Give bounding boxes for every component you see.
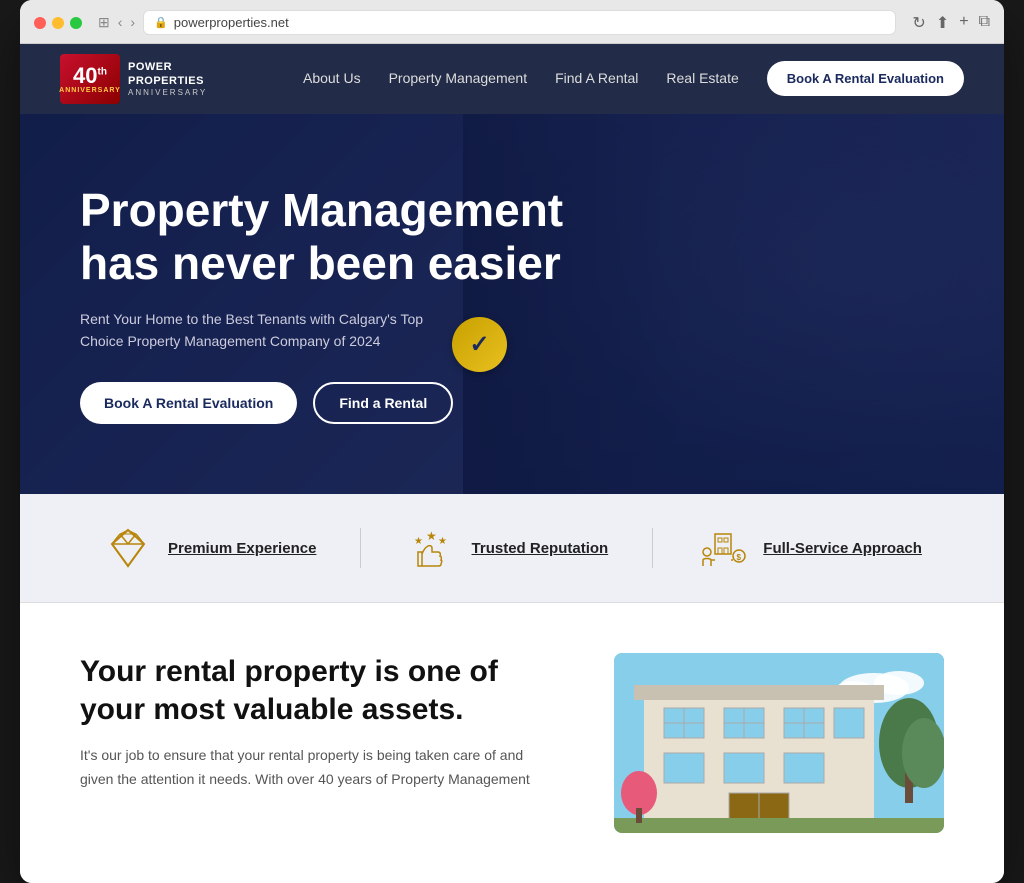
minimize-button[interactable] [52, 17, 64, 29]
full-service-approach-icon: $ [697, 522, 749, 574]
traffic-lights [34, 17, 82, 29]
svg-text:★: ★ [426, 529, 437, 543]
features-bar: Premium Experience ★ ★ ★ Trusted Reputat… [20, 494, 1004, 603]
property-image [614, 653, 944, 833]
find-rental-button[interactable]: Find a Rental [313, 382, 453, 424]
browser-chrome: ⊞ ‹ › 🔒 powerproperties.net ↻ ⬆ + ⧉ [20, 0, 1004, 44]
logo[interactable]: 40th ANNIVERSARY POWER PROPERTIES ANNIVE… [60, 54, 207, 104]
new-tab-icon[interactable]: + [959, 13, 968, 33]
nav-find-rental[interactable]: Find A Rental [555, 70, 638, 86]
logo-text: POWER PROPERTIES ANNIVERSARY [128, 60, 207, 99]
award-badge: ✓ [452, 317, 507, 372]
content-title: Your rental property is one of your most… [80, 653, 554, 728]
hero-section: Property Management has never been easie… [20, 114, 1004, 494]
diamond-icon [102, 522, 154, 574]
maximize-button[interactable] [70, 17, 82, 29]
tabs-icon[interactable]: ⧉ [979, 13, 990, 33]
nav-links: About Us Property Management Find A Rent… [303, 70, 964, 88]
navbar: 40th ANNIVERSARY POWER PROPERTIES ANNIVE… [20, 44, 1004, 114]
browser-nav-controls: ⊞ ‹ › [98, 14, 135, 31]
browser-action-buttons: ↻ ⬆ + ⧉ [912, 13, 990, 33]
nav-property-management[interactable]: Property Management [389, 70, 528, 86]
hero-subtitle-row: Rent Your Home to the Best Tenants with … [80, 308, 563, 383]
anniversary-number: 40th [73, 65, 107, 87]
feature-full-service: $ Full-Service Approach [697, 522, 922, 574]
nav-about[interactable]: About Us [303, 70, 361, 86]
checkmark-icon: ✓ [469, 330, 489, 359]
feature-premium-experience: Premium Experience [102, 522, 316, 574]
hero-title: Property Management has never been easie… [80, 184, 563, 290]
forward-icon[interactable]: › [130, 14, 135, 31]
feature-divider-1 [360, 528, 361, 568]
content-body: It's our job to ensure that your rental … [80, 744, 554, 792]
trusted-reputation-label: Trusted Reputation [472, 540, 609, 557]
close-button[interactable] [34, 17, 46, 29]
svg-text:★: ★ [438, 536, 447, 547]
nav-cta-button[interactable]: Book A Rental Evaluation [767, 61, 964, 96]
svg-text:$: $ [737, 553, 742, 562]
svg-text:★: ★ [414, 536, 423, 547]
lock-icon: 🔒 [154, 16, 168, 29]
book-rental-evaluation-button[interactable]: Book A Rental Evaluation [80, 382, 297, 424]
sidebar-toggle-icon[interactable]: ⊞ [98, 14, 110, 31]
hero-content: Property Management has never been easie… [80, 184, 563, 425]
logo-badge: 40th ANNIVERSARY [60, 54, 120, 104]
content-text: Your rental property is one of your most… [80, 653, 554, 792]
reload-icon[interactable]: ↻ [912, 13, 925, 33]
url-text: powerproperties.net [174, 15, 289, 30]
browser-window: ⊞ ‹ › 🔒 powerproperties.net ↻ ⬆ + ⧉ 40th… [20, 0, 1004, 883]
back-icon[interactable]: ‹ [118, 14, 123, 31]
hero-buttons: Book A Rental Evaluation Find a Rental [80, 382, 563, 424]
content-section: Your rental property is one of your most… [20, 603, 1004, 883]
anniversary-label: ANNIVERSARY [59, 87, 121, 94]
hero-subtitle: Rent Your Home to the Best Tenants with … [80, 308, 440, 353]
full-service-approach-label: Full-Service Approach [763, 540, 922, 557]
feature-trusted-reputation: ★ ★ ★ Trusted Reputation [406, 522, 609, 574]
thumbs-up-stars-icon: ★ ★ ★ [406, 522, 458, 574]
share-icon[interactable]: ⬆ [936, 13, 949, 33]
feature-divider-2 [652, 528, 653, 568]
premium-experience-label: Premium Experience [168, 540, 316, 557]
nav-real-estate[interactable]: Real Estate [666, 70, 738, 86]
address-bar[interactable]: 🔒 powerproperties.net [143, 10, 896, 35]
website-content: 40th ANNIVERSARY POWER PROPERTIES ANNIVE… [20, 44, 1004, 883]
